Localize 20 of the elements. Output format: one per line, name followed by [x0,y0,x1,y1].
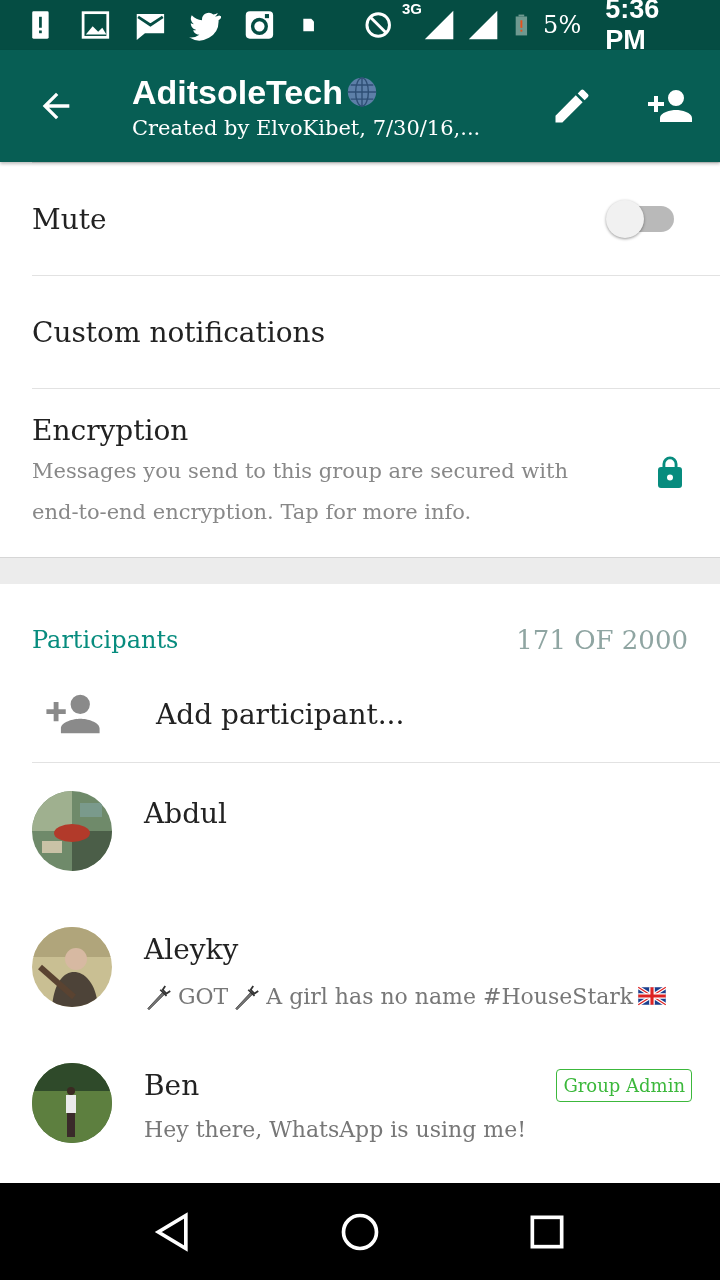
status-text: Hey there, WhatsApp is using me! [144,1117,527,1142]
participant-name: Ben [144,1068,200,1102]
add-participant-label: Add participant... [156,697,405,731]
group-subtitle: Created by ElvoKibet, 7/30/16,... [132,115,482,140]
clock-time: 5:36 PM [605,0,661,56]
status-text: A girl has no name #HouseStark [266,983,634,1009]
setting-label: Encryption [32,413,190,447]
setting-description: Messages you send to this group are secured with end-to-end encryption. Tap for more info. [32,457,569,526]
setting-label[interactable]: Custom notifications [32,315,325,349]
setting-label[interactable]: Mute [32,202,107,236]
network-type: 3G [402,0,423,17]
add-participant-row[interactable]: Add participant... [32,666,720,763]
group-title: AditsoleTech [132,72,343,112]
admin-badge: Group Admin [556,1068,692,1102]
section-title: Participants [32,626,179,654]
participant-name: Abdul [144,796,228,830]
participant-name: Aleyky [144,932,239,966]
participant-count: 171 OF 2000 [516,625,688,655]
status-text: GOT [178,983,229,1009]
battery-percent: 5% [543,11,582,39]
